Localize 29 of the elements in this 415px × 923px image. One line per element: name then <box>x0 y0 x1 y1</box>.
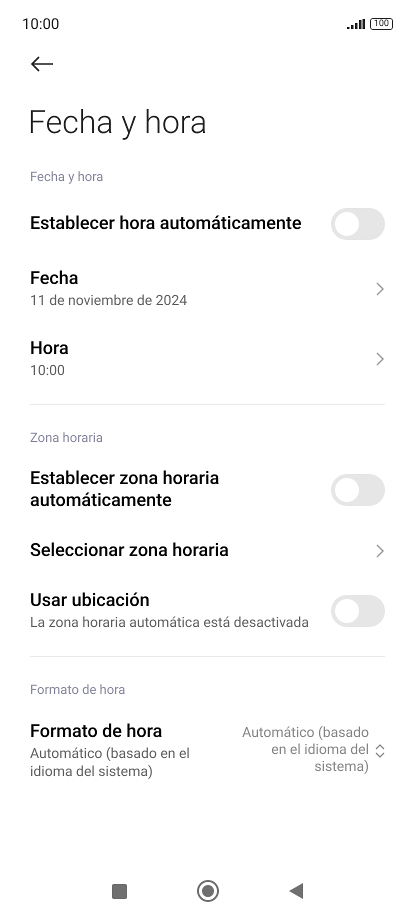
setting-subtitle: La zona horaria automática está desactivada <box>30 614 309 632</box>
setting-subtitle: 11 de noviembre de 2024 <box>30 292 188 310</box>
up-down-chevron-icon <box>375 742 385 758</box>
toggle-switch[interactable] <box>331 474 385 506</box>
recent-apps-button[interactable] <box>112 884 127 898</box>
section-header: Fecha y hora <box>30 169 104 187</box>
back-button[interactable] <box>289 883 303 899</box>
back-arrow-icon[interactable] <box>30 56 54 72</box>
chevron-right-icon <box>375 350 385 366</box>
toggle-switch[interactable] <box>331 208 385 240</box>
setting-subtitle: Automático (basado en el idioma del sistema) <box>30 744 191 780</box>
page-title: Fecha y hora <box>27 102 208 142</box>
setting-subtitle: 10:00 <box>30 362 66 380</box>
signal-icon <box>346 19 365 29</box>
setting-title[interactable]: Formato de hora <box>30 720 213 742</box>
setting-title[interactable]: Fecha <box>30 268 188 290</box>
setting-title[interactable]: Usar ubicación <box>30 590 309 612</box>
setting-title[interactable]: Establecer zona horaria automáticamente <box>30 468 315 512</box>
toggle-switch[interactable] <box>331 595 385 627</box>
status-time: 10:00 <box>22 14 60 35</box>
chevron-right-icon <box>375 280 385 296</box>
setting-title[interactable]: Seleccionar zona horaria <box>30 540 229 562</box>
section-header: Formato de hora <box>30 682 126 700</box>
setting-title[interactable]: Establecer hora automáticamente <box>30 212 302 234</box>
home-button[interactable] <box>197 880 219 902</box>
battery-indicator: 100 <box>370 18 393 30</box>
setting-title[interactable]: Hora <box>30 338 69 360</box>
section-header: Zona horaria <box>30 430 104 448</box>
chevron-right-icon <box>375 543 385 559</box>
